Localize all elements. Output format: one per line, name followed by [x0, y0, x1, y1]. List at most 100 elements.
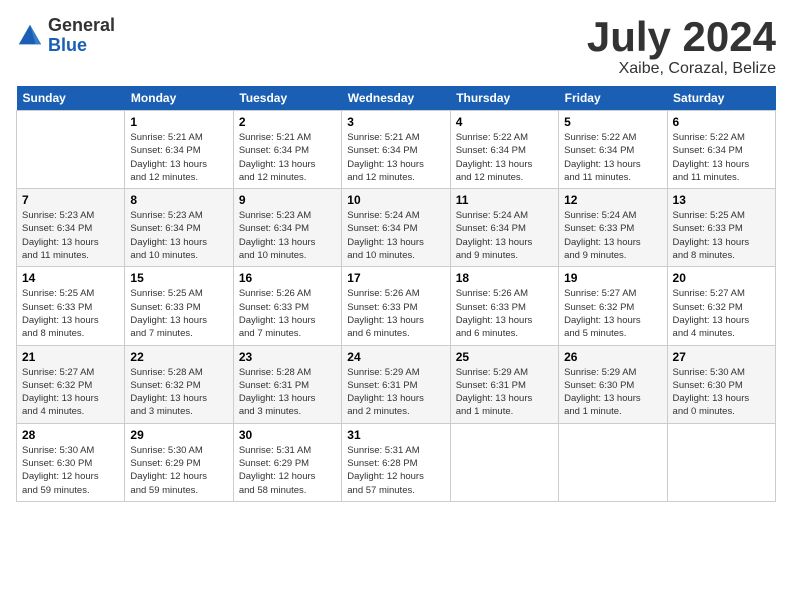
calendar-cell: 16Sunrise: 5:26 AM Sunset: 6:33 PM Dayli… — [233, 267, 341, 345]
calendar-cell: 15Sunrise: 5:25 AM Sunset: 6:33 PM Dayli… — [125, 267, 233, 345]
calendar-header: SundayMondayTuesdayWednesdayThursdayFrid… — [17, 86, 776, 111]
column-header-wednesday: Wednesday — [342, 86, 450, 111]
calendar-cell: 5 Sunrise: 5:22 AM Sunset: 6:34 PM Daylig… — [559, 111, 667, 189]
calendar-cell: 6 Sunrise: 5:22 AM Sunset: 6:34 PM Daylig… — [667, 111, 775, 189]
calendar-cell: 1Sunrise: 5:21 AM Sunset: 6:34 PM Daylig… — [125, 111, 233, 189]
day-number: 17 — [347, 271, 444, 285]
day-number: 18 — [456, 271, 553, 285]
calendar-cell: 14 Sunrise: 5:25 AM Sunset: 6:33 PM Dayli… — [17, 267, 125, 345]
day-number: 31 — [347, 428, 444, 442]
week-row: 21Sunrise: 5:27 AM Sunset: 6:32 PM Dayli… — [17, 345, 776, 423]
logo-blue: Blue — [48, 36, 115, 56]
day-number: 6 — [673, 115, 770, 129]
day-info: Sunrise: 5:31 AM Sunset: 6:28 PM Dayligh… — [347, 444, 444, 497]
day-info: Sunrise: 5:23 AM Sunset: 6:34 PM Dayligh… — [130, 209, 227, 262]
calendar-cell — [450, 423, 558, 501]
day-number: 15 — [130, 271, 227, 285]
day-info: Sunrise: 5:30 AM Sunset: 6:29 PM Dayligh… — [130, 444, 227, 497]
day-info: Sunrise: 5:22 AM Sunset: 6:34 PM Dayligh… — [456, 131, 553, 184]
calendar-cell: 31 Sunrise: 5:31 AM Sunset: 6:28 PM Dayli… — [342, 423, 450, 501]
calendar-table: SundayMondayTuesdayWednesdayThursdayFrid… — [16, 86, 776, 502]
day-info: Sunrise: 5:23 AM Sunset: 6:34 PM Dayligh… — [239, 209, 336, 262]
calendar-cell — [667, 423, 775, 501]
location-title: Xaibe, Corazal, Belize — [587, 60, 776, 78]
day-number: 3 — [347, 115, 444, 129]
day-info: Sunrise: 5:31 AM Sunset: 6:29 PM Dayligh… — [239, 444, 336, 497]
day-info: Sunrise: 5:27 AM Sunset: 6:32 PM Dayligh… — [673, 287, 770, 340]
day-info: Sunrise: 5:30 AM Sunset: 6:30 PM Dayligh… — [673, 366, 770, 419]
day-number: 13 — [673, 193, 770, 207]
day-number: 12 — [564, 193, 661, 207]
calendar-cell — [17, 111, 125, 189]
page-header: General Blue July 2024 Xaibe, Corazal, B… — [16, 16, 776, 78]
week-row: 1Sunrise: 5:21 AM Sunset: 6:34 PM Daylig… — [17, 111, 776, 189]
day-number: 28 — [22, 428, 119, 442]
title-block: July 2024 Xaibe, Corazal, Belize — [587, 16, 776, 78]
day-info: Sunrise: 5:21 AM Sunset: 6:34 PM Dayligh… — [347, 131, 444, 184]
logo-general: General — [48, 16, 115, 36]
calendar-cell: 10Sunrise: 5:24 AM Sunset: 6:34 PM Dayli… — [342, 189, 450, 267]
calendar-cell: 23 Sunrise: 5:28 AM Sunset: 6:31 PM Dayli… — [233, 345, 341, 423]
day-info: Sunrise: 5:29 AM Sunset: 6:31 PM Dayligh… — [347, 366, 444, 419]
month-title: July 2024 — [587, 16, 776, 58]
day-info: Sunrise: 5:29 AM Sunset: 6:31 PM Dayligh… — [456, 366, 553, 419]
calendar-cell: 29 Sunrise: 5:30 AM Sunset: 6:29 PM Dayli… — [125, 423, 233, 501]
day-number: 20 — [673, 271, 770, 285]
day-info: Sunrise: 5:26 AM Sunset: 6:33 PM Dayligh… — [347, 287, 444, 340]
column-header-friday: Friday — [559, 86, 667, 111]
day-info: Sunrise: 5:22 AM Sunset: 6:34 PM Dayligh… — [673, 131, 770, 184]
day-info: Sunrise: 5:25 AM Sunset: 6:33 PM Dayligh… — [22, 287, 119, 340]
column-header-thursday: Thursday — [450, 86, 558, 111]
calendar-cell: 25 Sunrise: 5:29 AM Sunset: 6:31 PM Dayli… — [450, 345, 558, 423]
day-info: Sunrise: 5:30 AM Sunset: 6:30 PM Dayligh… — [22, 444, 119, 497]
day-number: 22 — [130, 350, 227, 364]
day-info: Sunrise: 5:24 AM Sunset: 6:34 PM Dayligh… — [456, 209, 553, 262]
day-number: 24 — [347, 350, 444, 364]
day-number: 23 — [239, 350, 336, 364]
logo: General Blue — [16, 16, 115, 56]
calendar-cell: 13 Sunrise: 5:25 AM Sunset: 6:33 PM Dayli… — [667, 189, 775, 267]
column-header-sunday: Sunday — [17, 86, 125, 111]
day-number: 2 — [239, 115, 336, 129]
calendar-cell: 18Sunrise: 5:26 AM Sunset: 6:33 PM Dayli… — [450, 267, 558, 345]
day-info: Sunrise: 5:27 AM Sunset: 6:32 PM Dayligh… — [22, 366, 119, 419]
day-number: 14 — [22, 271, 119, 285]
calendar-cell: 20 Sunrise: 5:27 AM Sunset: 6:32 PM Dayli… — [667, 267, 775, 345]
header-row: SundayMondayTuesdayWednesdayThursdayFrid… — [17, 86, 776, 111]
day-number: 4 — [456, 115, 553, 129]
calendar-cell: 26 Sunrise: 5:29 AM Sunset: 6:30 PM Dayli… — [559, 345, 667, 423]
day-info: Sunrise: 5:28 AM Sunset: 6:31 PM Dayligh… — [239, 366, 336, 419]
calendar-cell: 8 Sunrise: 5:23 AM Sunset: 6:34 PM Daylig… — [125, 189, 233, 267]
day-number: 29 — [130, 428, 227, 442]
calendar-cell: 19Sunrise: 5:27 AM Sunset: 6:32 PM Dayli… — [559, 267, 667, 345]
column-header-tuesday: Tuesday — [233, 86, 341, 111]
column-header-monday: Monday — [125, 86, 233, 111]
week-row: 14 Sunrise: 5:25 AM Sunset: 6:33 PM Dayli… — [17, 267, 776, 345]
day-info: Sunrise: 5:21 AM Sunset: 6:34 PM Dayligh… — [130, 131, 227, 184]
calendar-cell: 21Sunrise: 5:27 AM Sunset: 6:32 PM Dayli… — [17, 345, 125, 423]
calendar-cell: 22 Sunrise: 5:28 AM Sunset: 6:32 PM Dayli… — [125, 345, 233, 423]
day-number: 7 — [22, 193, 119, 207]
calendar-cell: 9Sunrise: 5:23 AM Sunset: 6:34 PM Daylig… — [233, 189, 341, 267]
calendar-cell: 7Sunrise: 5:23 AM Sunset: 6:34 PM Daylig… — [17, 189, 125, 267]
day-number: 5 — [564, 115, 661, 129]
day-info: Sunrise: 5:27 AM Sunset: 6:32 PM Dayligh… — [564, 287, 661, 340]
calendar-cell: 28 Sunrise: 5:30 AM Sunset: 6:30 PM Dayli… — [17, 423, 125, 501]
week-row: 7 Sunrise: 5:23 AM Sunset: 6:34 PM Daylig… — [17, 189, 776, 267]
day-number: 25 — [456, 350, 553, 364]
day-info: Sunrise: 5:24 AM Sunset: 6:34 PM Dayligh… — [347, 209, 444, 262]
calendar-cell: 27Sunrise: 5:30 AM Sunset: 6:30 PM Dayli… — [667, 345, 775, 423]
day-info: Sunrise: 5:28 AM Sunset: 6:32 PM Dayligh… — [130, 366, 227, 419]
calendar-cell: 12 Sunrise: 5:24 AM Sunset: 6:33 PM Dayli… — [559, 189, 667, 267]
day-info: Sunrise: 5:29 AM Sunset: 6:30 PM Dayligh… — [564, 366, 661, 419]
column-header-saturday: Saturday — [667, 86, 775, 111]
day-info: Sunrise: 5:26 AM Sunset: 6:33 PM Dayligh… — [239, 287, 336, 340]
day-number: 26 — [564, 350, 661, 364]
day-info: Sunrise: 5:24 AM Sunset: 6:33 PM Dayligh… — [564, 209, 661, 262]
day-number: 8 — [130, 193, 227, 207]
day-info: Sunrise: 5:21 AM Sunset: 6:34 PM Dayligh… — [239, 131, 336, 184]
calendar-cell: 4 Sunrise: 5:22 AM Sunset: 6:34 PM Daylig… — [450, 111, 558, 189]
day-info: Sunrise: 5:22 AM Sunset: 6:34 PM Dayligh… — [564, 131, 661, 184]
calendar-cell — [559, 423, 667, 501]
day-info: Sunrise: 5:25 AM Sunset: 6:33 PM Dayligh… — [673, 209, 770, 262]
